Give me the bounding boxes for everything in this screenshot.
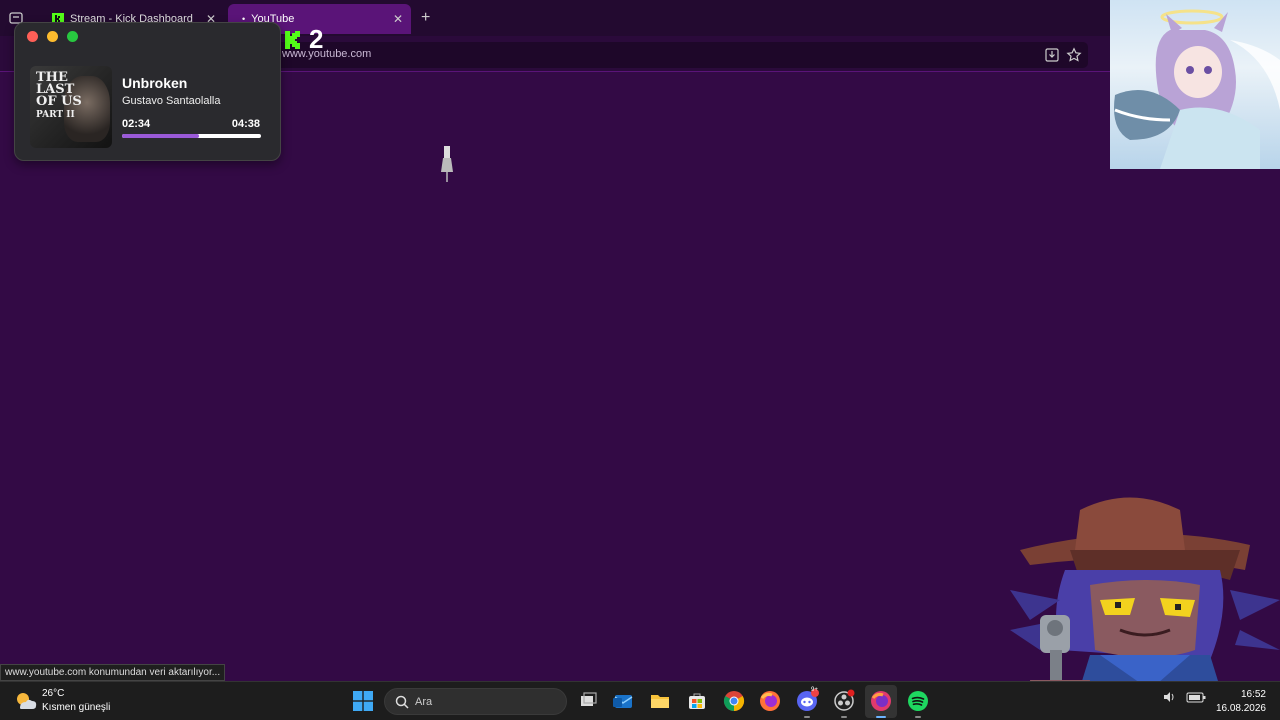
elapsed-time: 02:34 (122, 118, 151, 130)
track-artist: Gustavo Santaolalla (122, 95, 221, 107)
battery-icon[interactable] (1186, 690, 1206, 704)
album-art: THE LAST OF US PART II (30, 66, 112, 148)
system-clock[interactable]: 16:52 16.08.2026 (1216, 688, 1266, 716)
maximize-window-icon[interactable] (67, 31, 78, 42)
chrome-icon[interactable] (722, 689, 746, 713)
search-placeholder: Ara (415, 696, 433, 708)
partly-sunny-icon (17, 693, 37, 709)
address-bar[interactable]: www.youtube.com (270, 42, 1088, 68)
file-explorer-icon[interactable] (648, 689, 672, 713)
total-time: 04:38 (231, 118, 260, 130)
windows-start-icon[interactable] (353, 691, 373, 711)
browser-status-text: www.youtube.com konumundan veri aktarılı… (0, 664, 226, 681)
album-art-text: THE LAST OF US PART II (36, 70, 82, 120)
weather-widget[interactable]: 26°C Kısmen güneşli (14, 688, 134, 716)
playback-progress-bar[interactable] (122, 134, 261, 138)
track-title: Unbroken (122, 75, 188, 91)
loading-cursor-icon (441, 146, 453, 182)
clock-time: 16:52 (1240, 689, 1266, 700)
system-tray (1162, 690, 1206, 709)
firefox-developer-icon[interactable] (869, 689, 893, 718)
minimize-window-icon[interactable] (47, 31, 58, 42)
running-indicator (841, 716, 847, 718)
kick-count: 2 (309, 24, 324, 54)
obs-icon[interactable] (832, 689, 856, 718)
spotify-icon[interactable] (906, 689, 930, 718)
volume-icon[interactable] (1162, 690, 1176, 704)
outlook-icon[interactable] (611, 689, 635, 713)
discord-notification-badge: 9+ (811, 687, 818, 693)
download-icon[interactable] (1044, 47, 1060, 63)
running-indicator (915, 716, 921, 718)
webcam-overlay (1110, 0, 1280, 169)
taskbar-search-box[interactable]: Ara (384, 688, 567, 715)
active-indicator (876, 716, 886, 718)
clock-date: 16.08.2026 (1215, 703, 1266, 714)
bookmark-star-icon[interactable] (1066, 47, 1082, 63)
search-icon (395, 695, 409, 709)
new-tab-icon[interactable]: + (421, 9, 430, 27)
windows-taskbar: 26°C Kısmen güneşli Ara 9+ 16:52 16.08.2… (0, 681, 1280, 720)
firefox-icon[interactable] (758, 689, 782, 713)
now-playing-widget: THE LAST OF US PART II Unbroken Gustavo San… (14, 22, 281, 161)
running-indicator (804, 716, 810, 718)
microsoft-store-icon[interactable] (685, 689, 709, 713)
playback-progress-fill (122, 134, 199, 138)
close-tab-icon[interactable]: ✕ (393, 12, 403, 26)
weather-condition: Kısmen güneşli (42, 702, 111, 713)
discord-icon[interactable]: 9+ (795, 687, 819, 718)
kick-viewer-overlay: 2 (285, 24, 323, 55)
task-view-icon[interactable] (576, 689, 600, 713)
kick-logo-icon (285, 30, 300, 49)
close-window-icon[interactable] (27, 31, 38, 42)
weather-temp: 26°C (42, 688, 65, 699)
